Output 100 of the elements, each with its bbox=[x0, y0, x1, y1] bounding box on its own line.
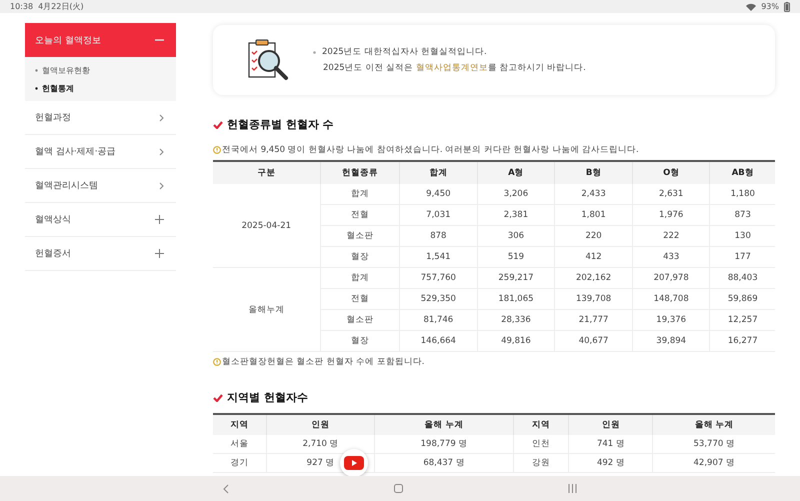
recent-apps-icon[interactable] bbox=[568, 484, 578, 493]
column-header: 구분 bbox=[213, 161, 320, 184]
sidebar-item[interactable]: 헌혈과정 bbox=[25, 101, 176, 135]
table-cell: 146,664 bbox=[400, 330, 478, 352]
table-cell: 2,433 bbox=[554, 184, 632, 204]
table-cell: 혈소판 bbox=[320, 226, 400, 246]
table-cell: 7,031 bbox=[400, 204, 478, 226]
table-cell: 21,777 bbox=[554, 310, 632, 330]
table-cell: 12,257 bbox=[710, 310, 775, 330]
section-title: 헌혈종류별 헌혈자 수 bbox=[227, 117, 334, 132]
status-date: 4月22日(火) bbox=[38, 1, 84, 12]
table-cell: 혈소판 bbox=[320, 310, 400, 330]
table-cell: 19,376 bbox=[632, 310, 710, 330]
table-cell: 1,801 bbox=[554, 204, 632, 226]
table-cell: 741 명 bbox=[568, 435, 653, 454]
status-time: 10:38 bbox=[10, 2, 34, 11]
column-header: AB형 bbox=[710, 161, 775, 184]
table-cell: 88,403 bbox=[710, 268, 775, 288]
section-title: 지역별 헌혈자수 bbox=[227, 390, 308, 405]
table-cell: 878 bbox=[400, 226, 478, 246]
column-header: O형 bbox=[632, 161, 710, 184]
sidebar-item[interactable]: 혈액상식 bbox=[25, 203, 176, 237]
table-cell: 222 bbox=[632, 226, 710, 246]
table-cell: 1,180 bbox=[710, 184, 775, 204]
note-text: 전국에서 9,450 명이 헌혈사랑 나눔에 참여하셨습니다. 여러분의 커다란 헌혈사랑 나눔에 감사드립니다. bbox=[222, 144, 639, 156]
info-text: 2025년도 대한적십자사 헌혈실적입니다. bbox=[322, 46, 487, 59]
sidebar-item[interactable]: 혈액 검사·제제·공급 bbox=[25, 135, 176, 169]
minus-icon bbox=[155, 39, 164, 41]
table-cell: 68,437 명 bbox=[374, 454, 514, 472]
table-cell: 49,816 bbox=[477, 330, 555, 352]
table-cell: 81,746 bbox=[400, 310, 478, 330]
info-icon bbox=[213, 358, 221, 366]
table-cell: 873 bbox=[710, 204, 775, 226]
table-cell: 9,450 bbox=[400, 184, 478, 204]
column-header: 지역 bbox=[213, 414, 267, 435]
table-cell: 전혈 bbox=[320, 204, 400, 226]
table-cell: 259,217 bbox=[477, 268, 555, 288]
chevron-right-icon bbox=[159, 148, 164, 156]
play-icon bbox=[344, 456, 364, 470]
battery-icon bbox=[784, 2, 790, 12]
table-cell: 합계 bbox=[320, 268, 400, 288]
table-cell: 39,894 bbox=[632, 330, 710, 352]
table-cell: 519 bbox=[477, 246, 555, 268]
table-cell: 177 bbox=[710, 246, 775, 268]
table-cell: 53,770 명 bbox=[652, 435, 775, 454]
sidebar-item[interactable]: 오늘의 혈액정보 bbox=[25, 23, 176, 57]
column-header: 지역 bbox=[514, 414, 569, 435]
back-icon[interactable] bbox=[222, 484, 229, 494]
column-header: 인원 bbox=[568, 414, 653, 435]
table-cell: 인천 bbox=[514, 435, 569, 454]
table-cell: 혈장 bbox=[320, 330, 400, 352]
battery-level: 93% bbox=[761, 2, 779, 11]
column-header: 헌혈종류 bbox=[320, 161, 400, 184]
column-header: 올해 누계 bbox=[374, 414, 514, 435]
wifi-icon bbox=[746, 2, 756, 10]
table-cell: 139,708 bbox=[554, 288, 632, 310]
table-cell: 혈장 bbox=[320, 246, 400, 268]
table-cell: 1,976 bbox=[632, 204, 710, 226]
note-text: 혈소판혈장헌혈은 혈소판 헌혈자 수에 포함됩니다. bbox=[222, 356, 425, 368]
table-cell: 3,206 bbox=[477, 184, 555, 204]
bullet-icon bbox=[313, 50, 316, 54]
table-cell: 198,779 명 bbox=[374, 435, 514, 454]
table-cell: 28,336 bbox=[477, 310, 555, 330]
clipboard-magnifier-icon bbox=[247, 39, 291, 81]
table-cell: 16,277 bbox=[710, 330, 775, 352]
submenu-item[interactable]: 혈액보유현황 bbox=[35, 63, 166, 77]
table-cell: 130 bbox=[710, 226, 775, 246]
table-cell: 220 bbox=[554, 226, 632, 246]
plus-icon bbox=[155, 215, 164, 224]
table-cell: 757,760 bbox=[400, 268, 478, 288]
table-cell: 492 명 bbox=[568, 454, 653, 472]
table-cell: 합계 bbox=[320, 184, 400, 204]
info-icon bbox=[213, 146, 221, 154]
table-cell: 경기 bbox=[213, 454, 267, 472]
column-header: A형 bbox=[477, 161, 555, 184]
table-cell: 서울 bbox=[213, 435, 267, 454]
table-cell: 529,350 bbox=[400, 288, 478, 310]
bullet-icon bbox=[35, 68, 38, 72]
bullet-icon bbox=[35, 86, 38, 90]
table-cell: 202,162 bbox=[554, 268, 632, 288]
checkmark-icon bbox=[213, 120, 223, 128]
table-cell: 412 bbox=[554, 246, 632, 268]
table-cell: 433 bbox=[632, 246, 710, 268]
table-cell: 전혈 bbox=[320, 288, 400, 310]
chevron-right-icon bbox=[159, 114, 164, 122]
table-cell: 올해누계 bbox=[213, 268, 320, 352]
column-header: 올해 누계 bbox=[652, 414, 775, 435]
table-cell: 2,631 bbox=[632, 184, 710, 204]
video-button[interactable] bbox=[340, 449, 368, 476]
info-text: 2025년도 이전 실적은 혈액사업통계연보를 참고하시기 바랍니다. bbox=[322, 62, 586, 75]
home-icon[interactable] bbox=[394, 484, 403, 493]
table-cell: 59,869 bbox=[710, 288, 775, 310]
checkmark-icon bbox=[213, 394, 223, 402]
table-cell: 306 bbox=[477, 226, 555, 246]
submenu-item[interactable]: 헌혈통계 bbox=[35, 81, 166, 95]
sidebar-item[interactable]: 혈액관리시스템 bbox=[25, 169, 176, 203]
column-header: B형 bbox=[554, 161, 632, 184]
plus-icon bbox=[155, 249, 164, 258]
sidebar-item[interactable]: 헌혈증서 bbox=[25, 237, 176, 271]
table-cell: 207,978 bbox=[632, 268, 710, 288]
